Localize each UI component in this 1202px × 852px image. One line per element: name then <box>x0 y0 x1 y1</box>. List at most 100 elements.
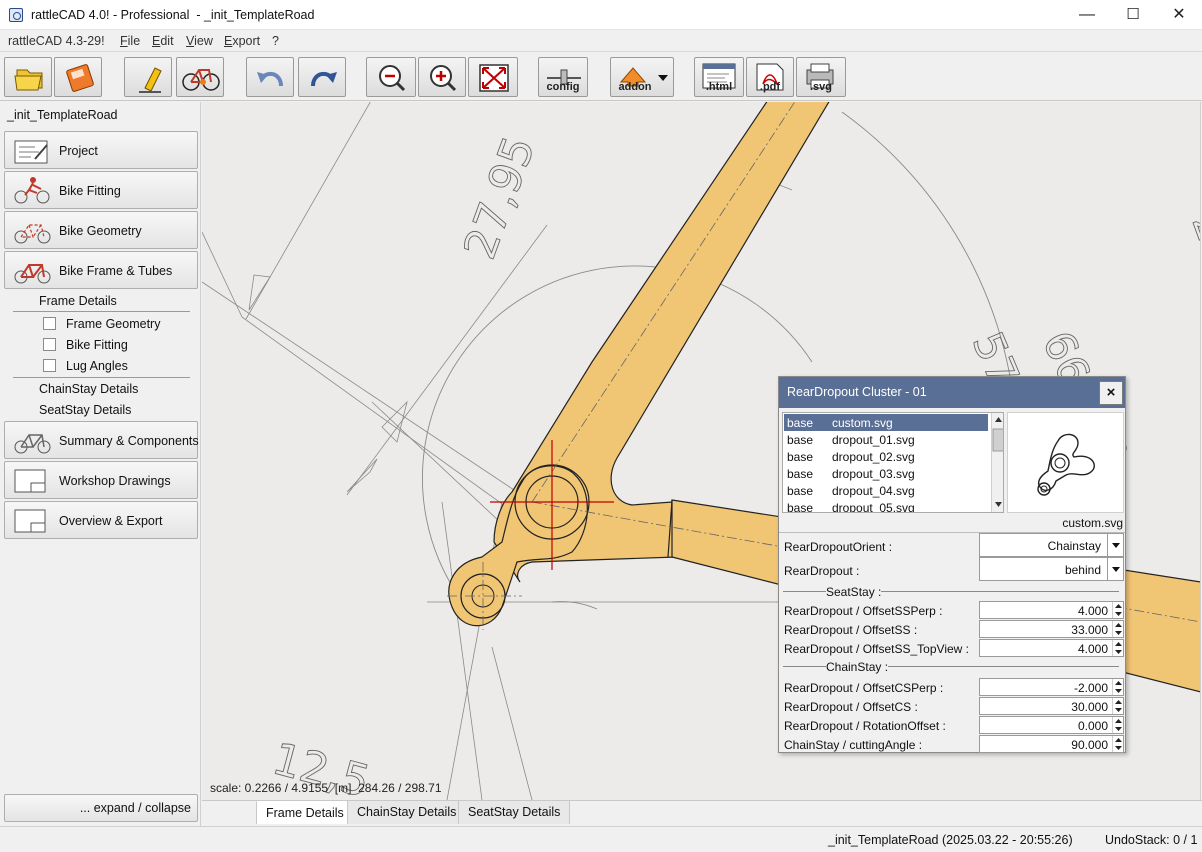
redo-button[interactable] <box>298 57 346 97</box>
dialog-title-bar[interactable]: RearDropout Cluster - 01 × <box>779 377 1125 408</box>
expand-collapse-button[interactable]: ... expand / collapse <box>4 794 198 822</box>
list-item[interactable]: base custom.svg <box>784 414 988 431</box>
menu-view[interactable]: View <box>186 34 213 48</box>
nav-summary-components[interactable]: Summary & Components <box>4 421 199 459</box>
tab-frame-details[interactable]: Frame Details <box>256 801 354 824</box>
offset-ss-perp-field[interactable]: 4.000 <box>979 601 1124 619</box>
spinner-arrows-icon[interactable] <box>1112 717 1123 733</box>
rider-icon <box>14 177 50 204</box>
export-svg-button[interactable]: .svg <box>796 57 846 97</box>
title-bar: rattleCAD 4.0! - Professional - _init_Te… <box>0 0 1202 30</box>
dropout-file-list[interactable]: base custom.svg base dropout_01.svg base… <box>782 412 1004 513</box>
nav-bike-geometry[interactable]: Bike Geometry <box>4 211 198 249</box>
seatstay-section-label: SeatStay : <box>826 585 882 599</box>
bike-fitting-checkbox[interactable] <box>43 338 56 351</box>
list-item[interactable]: base dropout_02.svg <box>784 448 988 465</box>
undo-button[interactable] <box>246 57 294 97</box>
field-value: 30.000 <box>1071 700 1108 714</box>
nav-workshop-drawings-label: Workshop Drawings <box>59 474 171 488</box>
offset-ss-topview-field[interactable]: 4.000 <box>979 639 1124 657</box>
offset-cs-field[interactable]: 30.000 <box>979 697 1124 715</box>
field-value: 90.000 <box>1071 738 1108 752</box>
offset-ss-field[interactable]: 33.000 <box>979 620 1124 638</box>
offset-cs-perp-field[interactable]: -2.000 <box>979 678 1124 696</box>
redo-icon <box>311 71 337 87</box>
addon-button[interactable]: addon <box>610 57 674 97</box>
dropout-select[interactable]: behind <box>979 557 1124 581</box>
field-value: 4.000 <box>1077 604 1108 618</box>
list-item[interactable]: base dropout_01.svg <box>784 431 988 448</box>
spinner-arrows-icon[interactable] <box>1112 679 1123 695</box>
bike-render-button[interactable] <box>176 57 224 97</box>
config-button[interactable]: config <box>538 57 588 97</box>
chevron-down-icon[interactable] <box>1107 534 1123 556</box>
nav-bike-frame-tubes-label: Bike Frame & Tubes <box>59 264 173 278</box>
chainstay-details-item[interactable]: ChainStay Details <box>39 382 138 396</box>
config-label: config <box>546 81 580 93</box>
menu-export[interactable]: Export <box>224 34 260 48</box>
save-button[interactable] <box>54 57 102 97</box>
nav-overview-export[interactable]: Overview & Export <box>4 501 198 539</box>
tab-chainstay-details[interactable]: ChainStay Details <box>347 801 467 824</box>
nav-project[interactable]: Project <box>4 131 198 169</box>
file-name: dropout_04.svg <box>832 484 915 498</box>
divider <box>13 377 190 378</box>
maximize-button[interactable]: ☐ <box>1110 0 1156 30</box>
param-label: RearDropout / OffsetCS : <box>784 700 918 714</box>
frame-details-item[interactable]: Frame Details <box>39 294 117 308</box>
menu-file[interactable]: File <box>120 34 140 48</box>
tab-seatstay-details[interactable]: SeatStay Details <box>458 801 571 824</box>
edit-button[interactable] <box>124 57 172 97</box>
open-button[interactable] <box>4 57 52 97</box>
cutting-angle-field[interactable]: 90.000 <box>979 735 1124 753</box>
list-item[interactable]: base dropout_04.svg <box>784 482 988 499</box>
drawing-icon <box>14 509 46 533</box>
nav-bike-frame-tubes[interactable]: Bike Frame & Tubes <box>4 251 198 289</box>
orient-select[interactable]: Chainstay <box>979 533 1124 557</box>
frame-geometry-label: Frame Geometry <box>66 317 161 331</box>
status-bar: _init_TemplateRoad (2025.03.22 - 20:55:2… <box>0 826 1202 852</box>
fit-view-icon <box>479 64 509 92</box>
menu-bar: rattleCAD 4.3-29! File Edit View Export … <box>0 30 1202 52</box>
close-button[interactable]: ✕ <box>1156 0 1202 30</box>
nav-workshop-drawings[interactable]: Workshop Drawings <box>4 461 198 499</box>
list-item[interactable]: base dropout_03.svg <box>784 465 988 482</box>
seatstay-details-item[interactable]: SeatStay Details <box>39 403 131 417</box>
lug-angles-checkbox[interactable] <box>43 359 56 372</box>
zoom-out-button[interactable] <box>366 57 416 97</box>
bike-icon <box>14 434 51 454</box>
spinner-arrows-icon[interactable] <box>1112 640 1123 656</box>
export-pdf-button[interactable]: .pdf <box>746 57 794 97</box>
drawing-icon <box>14 469 46 493</box>
spinner-arrows-icon[interactable] <box>1112 621 1123 637</box>
toolbar: config addon .html .pdf .svg <box>0 53 1202 101</box>
rotation-offset-field[interactable]: 0.000 <box>979 716 1124 734</box>
nav-bike-fitting[interactable]: Bike Fitting <box>4 171 198 209</box>
list-item[interactable]: base dropout_05.svg <box>784 499 988 512</box>
dialog-close-button[interactable]: × <box>1099 381 1123 405</box>
export-html-button[interactable]: .html <box>694 57 744 97</box>
bicycle-icon <box>182 69 220 91</box>
dialog-title: RearDropout Cluster - 01 <box>787 385 927 399</box>
list-scrollbar[interactable] <box>991 413 1003 512</box>
scale-readout: scale: 0.2266 / 4.9155 [m] 284.26 / 298.… <box>210 781 442 795</box>
zoom-in-button[interactable] <box>418 57 466 97</box>
chevron-down-icon[interactable] <box>1107 558 1123 580</box>
zoom-in-icon <box>430 65 457 92</box>
param-label: RearDropout / OffsetSS : <box>784 623 918 637</box>
spinner-arrows-icon[interactable] <box>1112 602 1123 618</box>
spinner-arrows-icon[interactable] <box>1112 736 1123 752</box>
seatstay-section: SeatStay : <box>779 585 1125 599</box>
minimize-button[interactable]: — <box>1064 0 1110 30</box>
param-label: ChainStay / cuttingAngle : <box>784 738 923 752</box>
menu-edit[interactable]: Edit <box>152 34 174 48</box>
fit-view-button[interactable] <box>468 57 518 97</box>
project-name: _init_TemplateRoad <box>7 108 118 122</box>
menu-help[interactable]: ? <box>272 34 279 48</box>
status-file: _init_TemplateRoad (2025.03.22 - 20:55:2… <box>828 833 1073 847</box>
frame-geometry-checkbox[interactable] <box>43 317 56 330</box>
field-value: 4.000 <box>1077 642 1108 656</box>
spinner-arrows-icon[interactable] <box>1112 698 1123 714</box>
selected-file: custom.svg <box>1062 516 1123 530</box>
nav-bike-fitting-label: Bike Fitting <box>59 184 121 198</box>
